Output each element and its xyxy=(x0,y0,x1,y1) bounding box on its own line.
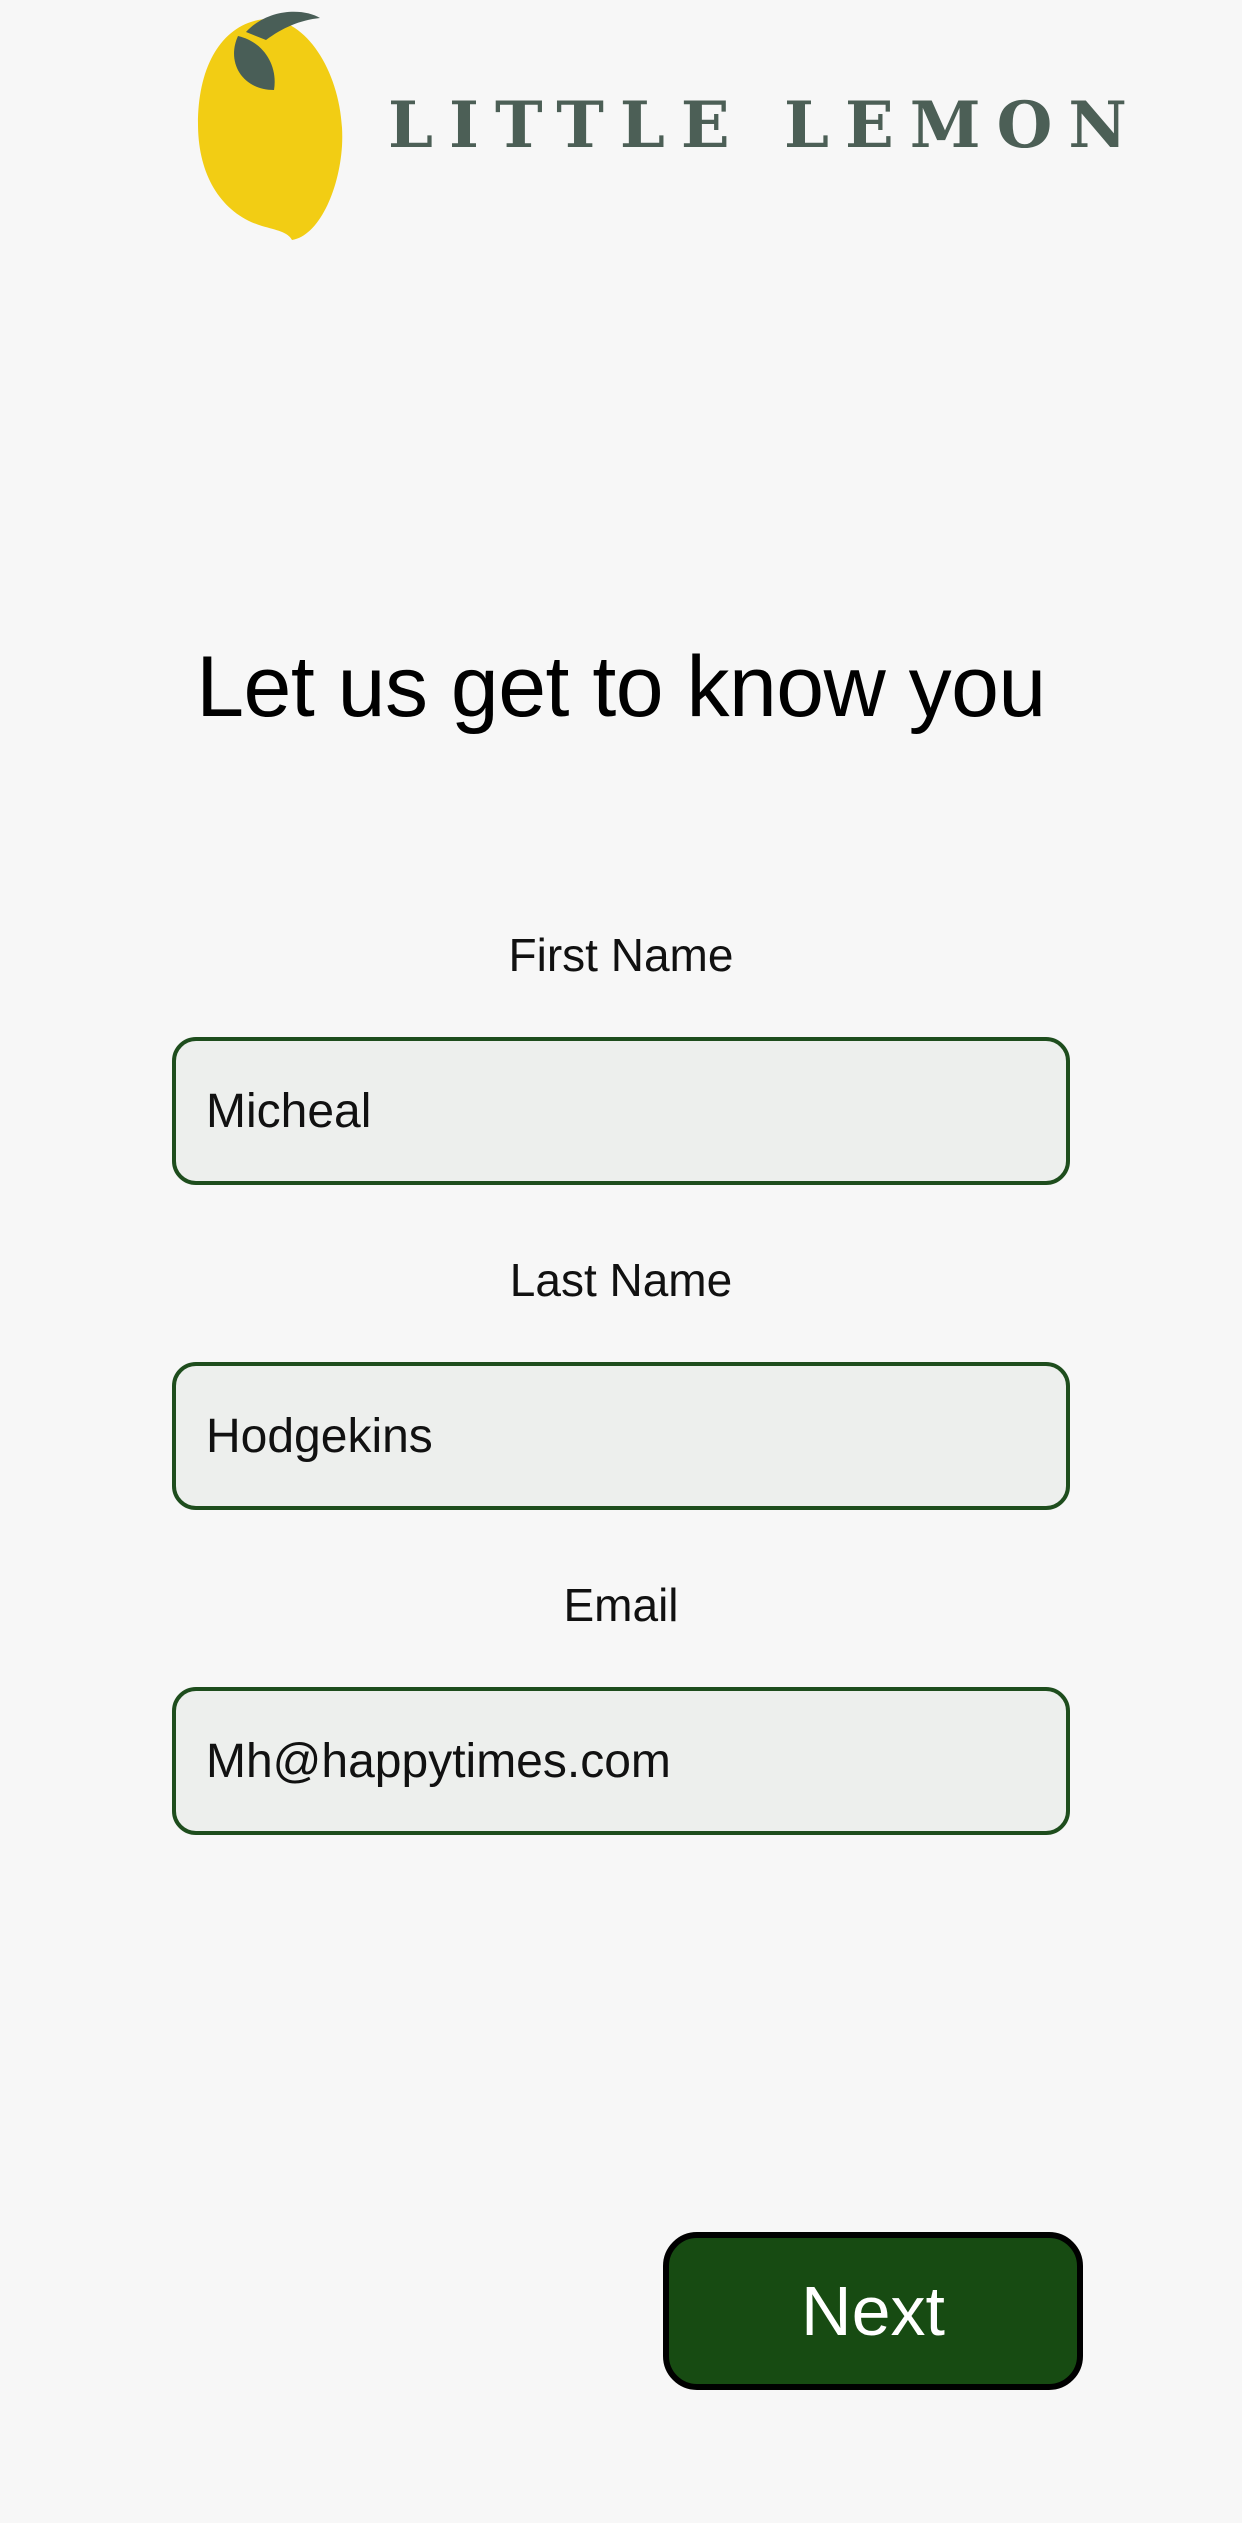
next-button[interactable]: Next xyxy=(663,2232,1083,2390)
onboarding-screen: LITTLE LEMON Let us get to know you Firs… xyxy=(0,0,1242,2523)
email-label: Email xyxy=(563,1579,679,1631)
brand-header: LITTLE LEMON xyxy=(196,6,1127,246)
first-name-label: First Name xyxy=(508,929,734,981)
first-name-input[interactable] xyxy=(172,1037,1070,1185)
email-input[interactable] xyxy=(172,1687,1070,1835)
last-name-input[interactable] xyxy=(172,1362,1070,1510)
last-name-label: Last Name xyxy=(509,1254,733,1306)
page-title: Let us get to know you xyxy=(196,639,1046,735)
brand-name: LITTLE LEMON xyxy=(388,88,1143,163)
lemon-icon xyxy=(198,11,343,240)
